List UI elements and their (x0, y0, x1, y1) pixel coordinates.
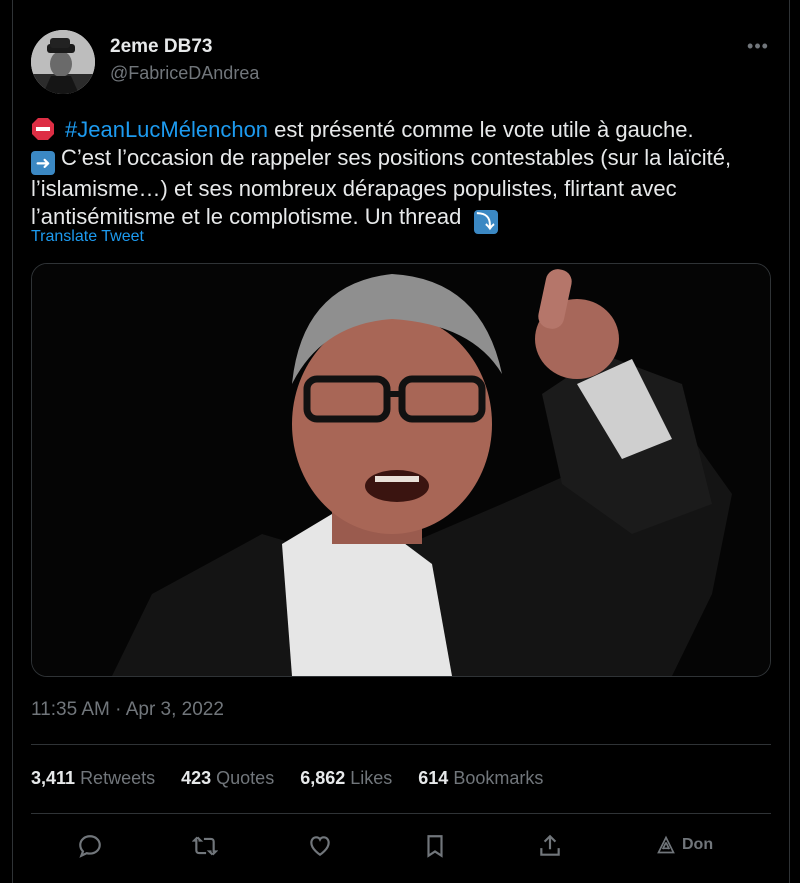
photo-illustration (32, 264, 770, 676)
more-options-icon[interactable]: ••• (744, 36, 772, 56)
translate-tweet-link[interactable]: Translate Tweet (31, 228, 144, 246)
tweet-actions-bar: Don (58, 826, 778, 866)
stat-value: 423 (181, 768, 212, 788)
reply-button[interactable] (70, 826, 110, 866)
stat-value: 6,862 (300, 768, 346, 788)
heart-icon (310, 836, 330, 856)
stat-retweets[interactable]: 3,411 Retweets (31, 768, 155, 789)
stat-label: Likes (350, 768, 393, 788)
retweet-icon (192, 836, 218, 856)
down-arrow-icon: ⤵ (473, 210, 498, 234)
stat-label: Retweets (80, 768, 156, 788)
right-arrow-icon: ➜ (31, 151, 55, 175)
avatar-image (31, 30, 95, 94)
engagement-stats: 3,411 Retweets 423 Quotes 6,862 Likes 614 Bo… (31, 768, 543, 789)
stat-value: 3,411 (31, 768, 76, 788)
author-avatar[interactable] (31, 30, 95, 94)
translate-action-button[interactable]: Don (656, 835, 713, 855)
reply-icon (79, 835, 101, 858)
share-button[interactable] (530, 826, 570, 866)
bookmark-button[interactable] (415, 826, 455, 866)
author-handle[interactable]: @FabriceDAndrea (110, 63, 259, 84)
tweet-line1-text: est présenté comme le vote utile à gauch… (268, 117, 694, 142)
tweet-text: #JeanLucMélenchon est présenté comme le … (31, 116, 771, 234)
like-button[interactable] (300, 826, 340, 866)
tweet-timestamp[interactable]: 11:35 AM · Apr 3, 2022 (31, 699, 224, 721)
divider (31, 813, 771, 814)
stat-value: 614 (418, 768, 449, 788)
stat-quotes[interactable]: 423 Quotes (181, 768, 274, 789)
stop-sign-icon (31, 117, 55, 141)
translate-icon (657, 835, 675, 854)
share-icon (540, 834, 560, 856)
stat-bookmarks[interactable]: 614 Bookmarks (418, 768, 543, 789)
author-display-name[interactable]: 2eme DB73 (110, 36, 212, 58)
retweet-button[interactable] (185, 826, 225, 866)
bookmark-icon (427, 835, 443, 858)
stat-likes[interactable]: 6,862 Likes (300, 768, 392, 789)
tweet-media-photo[interactable] (31, 263, 771, 677)
hashtag-link[interactable]: #JeanLucMélenchon (65, 117, 268, 142)
stat-label: Bookmarks (453, 768, 544, 788)
translate-action-label: Don (682, 836, 714, 853)
stat-label: Quotes (216, 768, 275, 788)
tweet-line2-text: C’est l’occasion de rappeler ses positio… (31, 145, 732, 229)
divider (31, 744, 771, 745)
